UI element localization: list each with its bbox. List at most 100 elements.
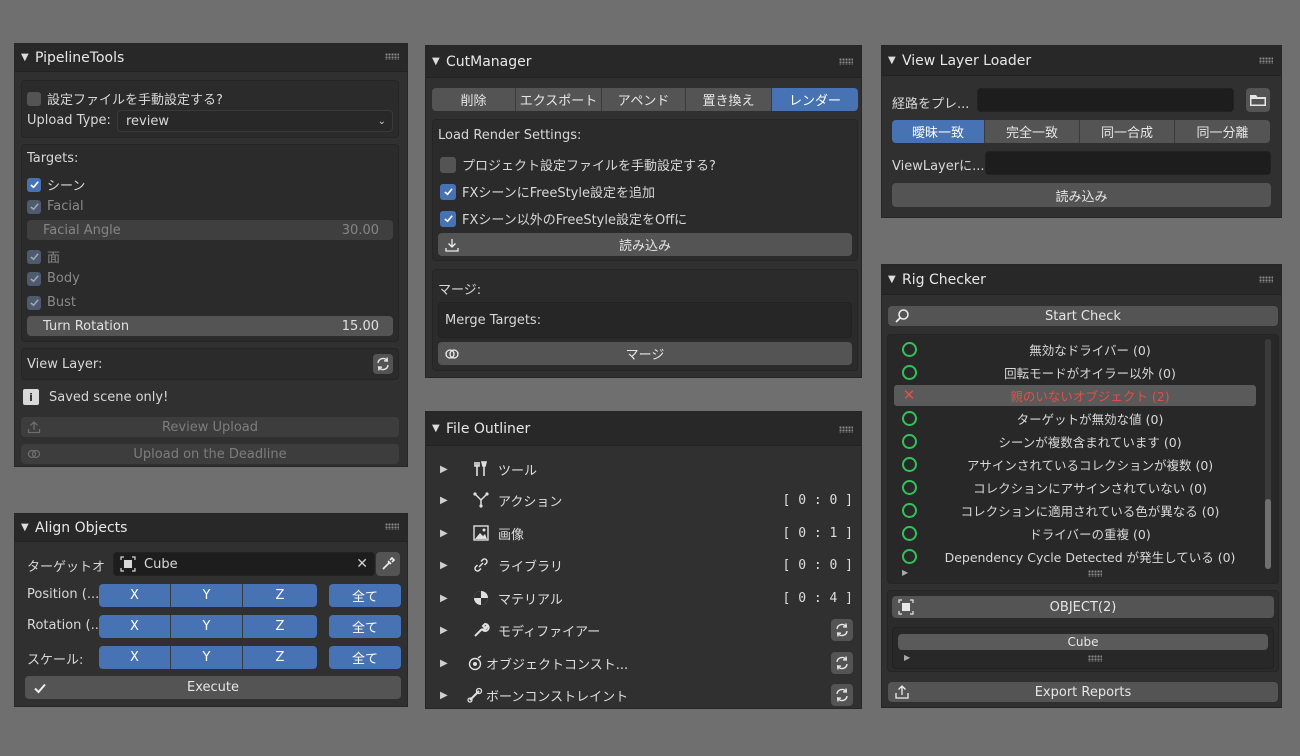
align-objects-header[interactable]: ▼ Align Objects	[15, 514, 407, 542]
scale-z-toggle[interactable]: Z	[243, 646, 317, 669]
object-group-header[interactable]: OBJECT(2)	[892, 596, 1274, 618]
drag-grip-icon[interactable]	[385, 523, 399, 530]
position-z-toggle[interactable]: Z	[243, 584, 317, 607]
pipeline-tools-header[interactable]: ▼ PipelineTools	[15, 44, 407, 72]
upload-deadline-button[interactable]: Upload on the Deadline	[21, 444, 399, 464]
check-result-item[interactable]: 無効なドライバー (0)	[894, 339, 1256, 360]
check-result-item[interactable]: アサインされているコレクションが複数 (0)	[894, 454, 1256, 475]
list-scrollbar-thumb[interactable]	[1265, 499, 1271, 569]
outliner-row-images[interactable]: ▶ 画像 [ 0 : 1 ]	[436, 519, 853, 547]
mode-exact[interactable]: 完全一致	[985, 120, 1080, 143]
checkbox-checked-icon[interactable]	[27, 177, 41, 192]
load-render-button[interactable]: 読み込み	[438, 233, 852, 256]
target-scene-checkbox[interactable]: シーン	[27, 175, 85, 194]
rotation-z-toggle[interactable]: Z	[243, 615, 317, 638]
turn-rotation-slider[interactable]: Turn Rotation 15.00	[27, 316, 393, 336]
execute-button[interactable]: Execute	[25, 676, 401, 699]
check-result-item[interactable]: コレクションにアサインされていない (0)	[894, 477, 1256, 498]
checkbox-checked-icon[interactable]	[27, 271, 41, 286]
path-input[interactable]	[977, 88, 1234, 112]
refresh-button[interactable]	[831, 619, 853, 641]
list-scrollbar[interactable]	[1265, 339, 1271, 569]
expand-triangle-icon[interactable]: ▶	[436, 495, 464, 506]
scale-y-toggle[interactable]: Y	[171, 646, 243, 669]
tab-export[interactable]: エクスポート	[516, 88, 602, 111]
export-reports-button[interactable]: Export Reports	[888, 682, 1278, 702]
tab-delete[interactable]: 削除	[432, 88, 516, 111]
target-object-field[interactable]: Cube ✕	[113, 552, 375, 576]
collapse-triangle-icon[interactable]: ▼	[888, 55, 902, 66]
outliner-row-libraries[interactable]: ▶ ライブラリ [ 0 : 0 ]	[436, 551, 853, 579]
drag-grip-icon[interactable]	[1259, 276, 1273, 283]
check-result-item[interactable]: シーンが複数含まれています (0)	[894, 431, 1256, 452]
tab-replace[interactable]: 置き換え	[686, 88, 772, 111]
drag-grip-icon[interactable]	[1259, 57, 1273, 64]
check-result-item[interactable]: 回転モードがオイラー以外 (0)	[894, 362, 1256, 383]
rotation-y-toggle[interactable]: Y	[171, 615, 243, 638]
viewlayer-load-button[interactable]: 読み込み	[892, 183, 1271, 207]
collapse-triangle-icon[interactable]: ▼	[21, 522, 35, 533]
check-result-item[interactable]: Dependency Cycle Detected が発生している (0)	[894, 546, 1256, 567]
expand-list-triangle-icon[interactable]: ▶	[902, 568, 908, 577]
checkbox-icon[interactable]	[440, 156, 456, 173]
check-result-item[interactable]: コレクションに適用されている色が異なる (0)	[894, 500, 1256, 521]
expand-triangle-icon[interactable]: ▶	[436, 464, 464, 475]
clear-x-icon[interactable]: ✕	[356, 556, 368, 572]
target-body-checkbox[interactable]: Body	[27, 271, 80, 286]
outliner-row-actions[interactable]: ▶ アクション [ 0 : 0 ]	[436, 486, 853, 514]
collapse-triangle-icon[interactable]: ▼	[888, 274, 902, 285]
refresh-view-layer-button[interactable]	[373, 354, 393, 374]
collapse-triangle-icon[interactable]: ▼	[432, 423, 446, 434]
cut-manager-header[interactable]: ▼ CutManager	[426, 46, 861, 78]
mode-same-separate[interactable]: 同一分離	[1175, 120, 1270, 143]
outliner-row-object-constraints[interactable]: ▶ オブジェクトコンスト...	[436, 649, 853, 677]
browse-folder-button[interactable]	[1246, 88, 1270, 112]
list-resize-grip-icon[interactable]	[1088, 655, 1102, 662]
expand-triangle-icon[interactable]: ▶	[436, 560, 464, 571]
drag-grip-icon[interactable]	[839, 58, 853, 65]
facial-angle-slider[interactable]: Facial Angle 30.00	[27, 220, 393, 240]
outliner-row-modifiers[interactable]: ▶ モディファイアー	[436, 616, 853, 644]
target-face-checkbox[interactable]: 面	[27, 247, 60, 266]
tab-append[interactable]: アペンド	[602, 88, 686, 111]
upload-type-select[interactable]: review ⌄	[117, 110, 393, 132]
tab-render[interactable]: レンダー	[772, 88, 858, 111]
drag-grip-icon[interactable]	[839, 426, 853, 433]
mode-same-composite[interactable]: 同一合成	[1080, 120, 1175, 143]
position-all-button[interactable]: 全て	[329, 584, 401, 607]
checkbox-checked-icon[interactable]	[27, 199, 41, 214]
refresh-button[interactable]	[831, 652, 853, 674]
target-bust-checkbox[interactable]: Bust	[27, 295, 76, 310]
check-result-item[interactable]: ✕ 親のいないオブジェクト (2)	[894, 385, 1256, 406]
checkbox-checked-icon[interactable]	[27, 249, 41, 264]
checkbox-checked-icon[interactable]	[27, 295, 41, 310]
manual-config-checkbox[interactable]: 設定ファイルを手動設定する?	[27, 89, 223, 108]
refresh-button[interactable]	[831, 684, 853, 706]
checkbox-icon[interactable]	[27, 91, 41, 106]
outliner-row-bone-constraints[interactable]: ▶ ボーンコンストレイント	[436, 681, 853, 709]
rig-checker-header[interactable]: ▼ Rig Checker	[882, 265, 1281, 295]
merge-button[interactable]: マージ	[438, 342, 852, 365]
expand-list-triangle-icon[interactable]: ▶	[904, 653, 910, 662]
view-layer-loader-header[interactable]: ▼ View Layer Loader	[882, 46, 1281, 76]
target-facial-checkbox[interactable]: Facial	[27, 199, 84, 214]
viewlayer-input[interactable]	[985, 151, 1271, 175]
expand-triangle-icon[interactable]: ▶	[436, 658, 464, 669]
eyedropper-button[interactable]	[376, 552, 400, 576]
outliner-row-materials[interactable]: ▶ マテリアル [ 0 : 4 ]	[436, 584, 853, 612]
check-result-item[interactable]: ターゲットが無効な値 (0)	[894, 408, 1256, 429]
object-list-item[interactable]: Cube	[898, 634, 1268, 650]
start-check-button[interactable]: Start Check	[888, 306, 1278, 326]
expand-triangle-icon[interactable]: ▶	[436, 593, 464, 604]
outliner-row-tools[interactable]: ▶ ツール	[436, 455, 853, 483]
scale-all-button[interactable]: 全て	[329, 646, 401, 669]
opt-freestyle-off-checkbox[interactable]: FXシーン以外のFreeStyle設定をOffに	[440, 209, 687, 228]
file-outliner-header[interactable]: ▼ File Outliner	[426, 412, 861, 446]
list-resize-grip-icon[interactable]	[1088, 570, 1102, 577]
expand-triangle-icon[interactable]: ▶	[436, 528, 464, 539]
opt-add-freestyle-checkbox[interactable]: FXシーンにFreeStyle設定を追加	[440, 182, 655, 201]
scale-x-toggle[interactable]: X	[99, 646, 171, 669]
check-result-item[interactable]: ドライバーの重複 (0)	[894, 523, 1256, 544]
drag-grip-icon[interactable]	[385, 53, 399, 60]
position-x-toggle[interactable]: X	[99, 584, 171, 607]
